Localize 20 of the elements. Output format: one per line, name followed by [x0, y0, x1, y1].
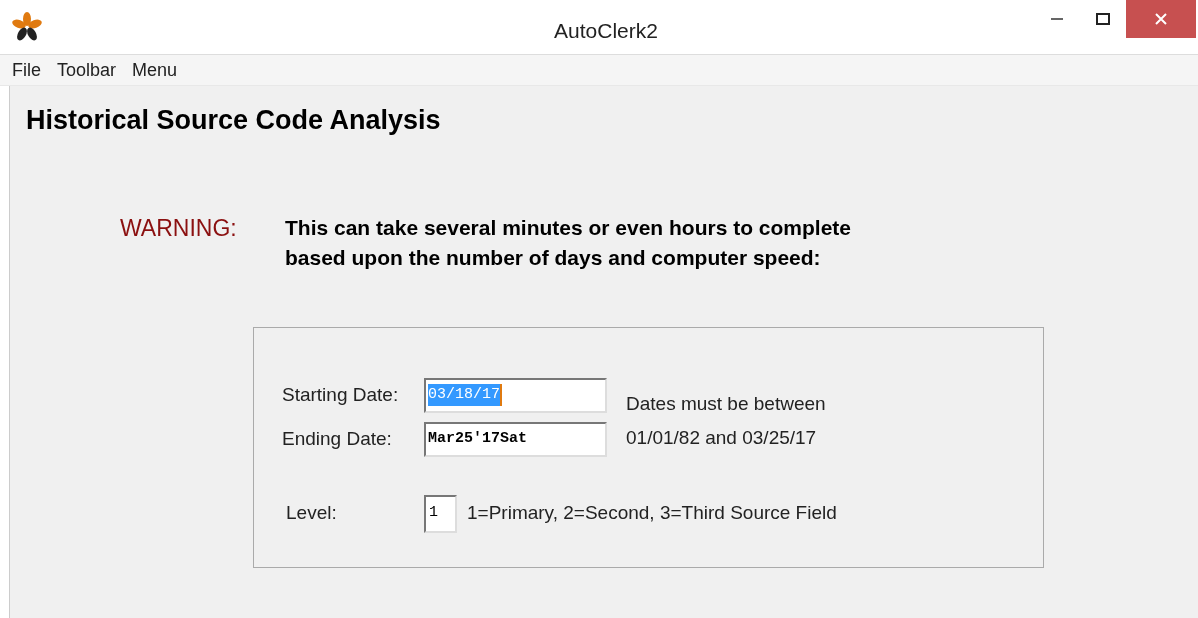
menu-item[interactable]: File [6, 56, 47, 84]
hint-text: 01/01/82 and 03/25/17 [626, 426, 818, 450]
warning-text: based upon the number of days and computer speed: [285, 244, 822, 271]
warning-text: This can take several minutes or even hours to complete [285, 214, 852, 241]
hint-text: 1=Primary, 2=Second, 3=Third Source Field [467, 501, 837, 526]
window-title: AutoClerk2 [553, 18, 659, 44]
field-label: Starting Date: [282, 382, 400, 407]
date-field[interactable]: Mar25'17Sat [424, 421, 607, 457]
field-label: Ending Date: [282, 426, 393, 451]
level-field[interactable]: 1 [424, 494, 457, 533]
warning-label: WARNING: [120, 213, 238, 243]
page-heading: Historical Source Code Analysis [26, 104, 442, 137]
maximize-icon [1096, 13, 1110, 25]
field-label: Level: [285, 501, 338, 526]
app-logo-icon [12, 12, 42, 42]
minimize-icon [1051, 17, 1063, 21]
close-icon [1155, 13, 1167, 25]
menu-item[interactable]: Menu [126, 56, 184, 84]
hint-text: Dates must be between [626, 391, 826, 416]
menu-item[interactable]: Toolbar [51, 56, 123, 84]
